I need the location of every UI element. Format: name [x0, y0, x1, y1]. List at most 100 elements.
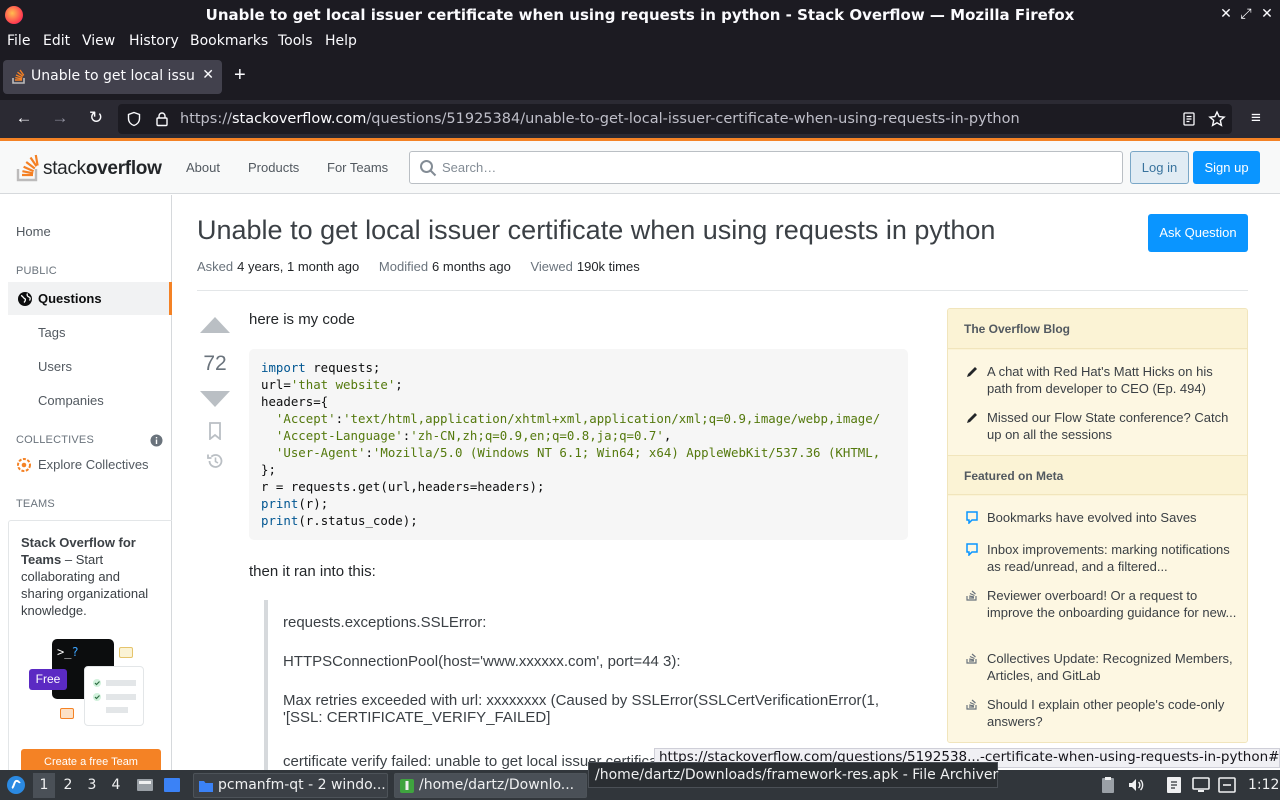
sidebar-item-companies[interactable]: Companies: [38, 393, 104, 408]
url-text: https://stackoverflow.com/questions/5192…: [180, 111, 1020, 127]
sidebar-item-explore-collectives[interactable]: Explore Collectives: [38, 457, 149, 472]
upvote-icon[interactable]: [199, 316, 231, 334]
chat-bubble-icon: [60, 708, 74, 719]
menu-tools[interactable]: Tools: [278, 33, 313, 49]
meta-item[interactable]: Collectives Update: Recognized Members, …: [987, 650, 1237, 684]
menu-file[interactable]: File: [7, 33, 30, 49]
new-tab-icon[interactable]: +: [234, 64, 246, 87]
post-intro: here is my code: [249, 311, 355, 328]
menu-edit[interactable]: Edit: [43, 33, 70, 49]
clock[interactable]: 1:12: [1248, 777, 1279, 793]
free-badge: Free: [29, 669, 67, 690]
code-string: 'Accept-Language': [275, 428, 403, 443]
collectives-icon: [17, 458, 31, 472]
folder-icon: [199, 781, 213, 792]
menu-history[interactable]: History: [129, 33, 179, 49]
task-pcmanfm-label: pcmanfm-qt - 2 windo...: [218, 777, 386, 793]
app-menu-icon[interactable]: ≡: [1244, 108, 1268, 128]
shield-icon[interactable]: [126, 111, 142, 127]
nav-for-teams[interactable]: For Teams: [327, 160, 388, 175]
close-tab-icon[interactable]: ✕: [202, 67, 214, 83]
nav-products[interactable]: Products: [248, 160, 299, 175]
network-icon[interactable]: [1191, 775, 1211, 795]
signup-button[interactable]: Sign up: [1193, 151, 1260, 184]
search-placeholder: Search…: [442, 160, 497, 175]
reload-icon[interactable]: ↻: [84, 108, 108, 128]
sidebar-item-tags[interactable]: Tags: [38, 325, 65, 340]
error-blockquote: requests.exceptions.SSLError: HTTPSConne…: [264, 600, 908, 770]
search-input[interactable]: Search…: [409, 151, 1123, 184]
file-manager-tray-icon[interactable]: [1164, 775, 1184, 795]
workspace-2[interactable]: 2: [60, 777, 76, 793]
menu-help[interactable]: Help: [325, 33, 357, 49]
sidebar-item-home[interactable]: Home: [16, 224, 51, 239]
code-string: 'User-Agent': [275, 445, 366, 460]
bookmark-icon[interactable]: [207, 422, 223, 440]
logo-text: stackoverflow: [43, 158, 162, 180]
workspace-3[interactable]: 3: [84, 777, 100, 793]
stackoverflow-logo[interactable]: stackoverflow: [16, 151, 166, 183]
window-switcher-icon[interactable]: [163, 776, 181, 794]
window-titlebar: Unable to get local issuer certificate w…: [0, 0, 1280, 30]
task-pcmanfm[interactable]: pcmanfm-qt - 2 windo...: [193, 773, 388, 798]
code-segment: (r);: [298, 496, 329, 511]
show-desktop-icon[interactable]: [136, 776, 154, 794]
nav-about[interactable]: About: [186, 160, 220, 175]
blog-item[interactable]: A chat with Red Hat's Matt Hicks on his …: [987, 363, 1237, 397]
code-string: 'zh-CN,zh;q=0.9,en;q=0.8,ja;q=0.7': [410, 428, 664, 443]
volume-icon[interactable]: [1127, 776, 1145, 794]
code-block[interactable]: import requests; url='that website'; hea…: [249, 349, 908, 540]
address-bar[interactable]: https://stackoverflow.com/questions/5192…: [118, 104, 1232, 134]
logo-text-plain: stack: [43, 158, 86, 179]
close-window-icon[interactable]: ✕: [1257, 5, 1277, 22]
search-icon: [420, 160, 437, 177]
meta-heading: Featured on Meta: [948, 455, 1247, 495]
info-icon[interactable]: [150, 434, 163, 447]
meta-item[interactable]: Bookmarks have evolved into Saves: [987, 509, 1237, 526]
update-notifier-icon[interactable]: [1217, 775, 1237, 795]
globe-icon: [18, 292, 32, 306]
workspace-4[interactable]: 4: [108, 777, 124, 793]
lock-icon[interactable]: [154, 111, 170, 127]
meta-section: Bookmarks have evolved into Saves Inbox …: [948, 496, 1247, 742]
meta-item[interactable]: Should I explain other people's code-onl…: [987, 696, 1237, 730]
workspace-1[interactable]: 1: [36, 777, 52, 793]
code-string: 'Accept': [275, 411, 336, 426]
stackoverflow-logo-icon: [16, 154, 39, 182]
url-host: stackoverflow.com: [231, 111, 367, 127]
forward-icon[interactable]: →: [48, 108, 72, 128]
menu-bookmarks[interactable]: Bookmarks: [190, 33, 268, 49]
menu-view[interactable]: View: [82, 33, 115, 49]
ask-question-button[interactable]: Ask Question: [1148, 214, 1248, 252]
bookmark-star-icon[interactable]: [1208, 110, 1226, 128]
back-icon[interactable]: ←: [12, 108, 36, 128]
sidebar-item-questions-label: Questions: [38, 291, 102, 306]
task-file-archiver[interactable]: /home/dartz/Downlo...: [394, 773, 587, 798]
modified-value[interactable]: 6 months ago: [432, 259, 511, 274]
restore-icon[interactable]: ⤢: [1236, 5, 1256, 22]
code-string: 'text/html,application/xhtml+xml,applica…: [343, 411, 881, 426]
url-path: /questions/51925384/unable-to-get-local-…: [366, 111, 1020, 127]
minimize-icon[interactable]: ✕: [1216, 5, 1236, 22]
tab-active[interactable]: Unable to get local issuer certificate w…: [3, 60, 222, 94]
blog-item[interactable]: Missed our Flow State conference? Catch …: [987, 409, 1237, 443]
teams-promo-text: Stack Overflow for Teams – Start collabo…: [21, 534, 161, 619]
reader-view-icon[interactable]: [1181, 111, 1197, 127]
downvote-icon[interactable]: [199, 390, 231, 408]
start-menu-icon[interactable]: [6, 775, 26, 795]
question-title[interactable]: Unable to get local issuer certificate w…: [197, 215, 995, 246]
quote-line: requests.exceptions.SSLError:: [283, 614, 487, 631]
asked-value: 4 years, 1 month ago: [237, 259, 360, 274]
history-icon[interactable]: [206, 452, 224, 470]
code-segment: (r.status_code);: [298, 513, 418, 528]
pencil-icon: [967, 413, 977, 423]
sidebar-item-users[interactable]: Users: [38, 359, 72, 374]
code-segment: headers={: [261, 394, 329, 409]
meta-item[interactable]: Inbox improvements: marking notification…: [987, 541, 1237, 575]
clipboard-icon[interactable]: [1099, 776, 1117, 794]
meta-item[interactable]: Reviewer overboard! Or a request to impr…: [987, 587, 1237, 621]
code-segment: };: [261, 462, 276, 477]
sidebar-item-questions[interactable]: Questions: [8, 282, 172, 315]
login-button[interactable]: Log in: [1130, 151, 1189, 184]
sidebar-heading-public: PUBLIC: [16, 265, 57, 277]
